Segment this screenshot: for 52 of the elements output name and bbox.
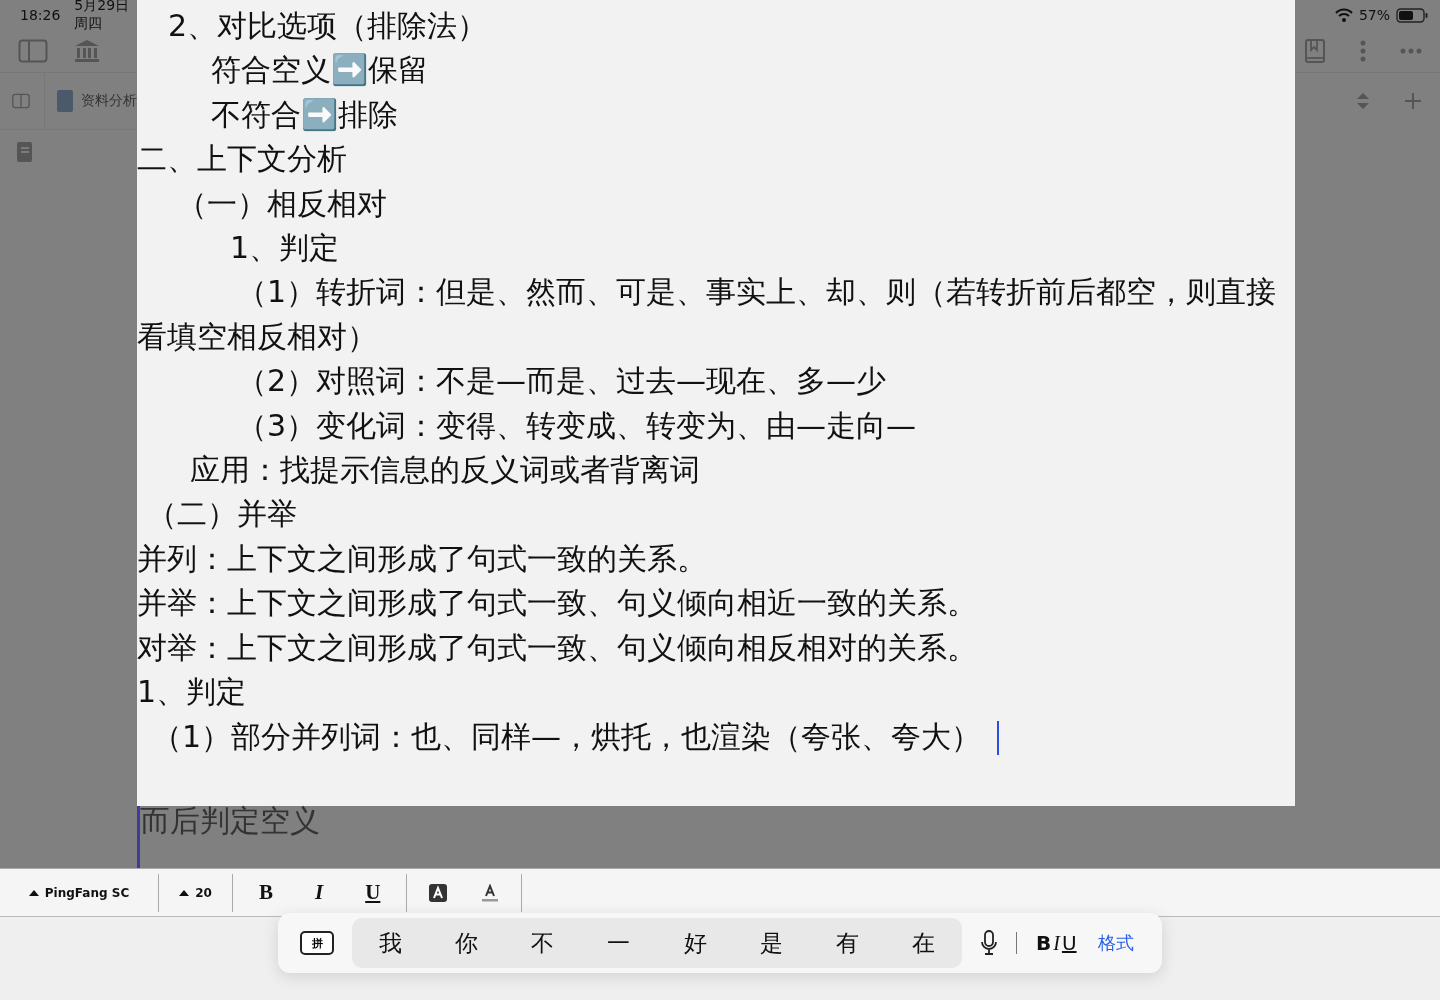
input-mode-key[interactable]: 拼	[300, 931, 334, 955]
underline-button[interactable]: U	[361, 880, 385, 905]
notebook-icon	[57, 90, 73, 112]
note-line: （一）相反相对	[176, 184, 388, 223]
note-line: 1、判定	[137, 673, 248, 712]
underline-key[interactable]: U	[1060, 931, 1078, 955]
note-line: 应用：找提示信息的反义词或者背离词	[189, 451, 701, 490]
note-line: 二、上下文分析	[137, 140, 348, 179]
wifi-icon	[1334, 8, 1353, 22]
more-icon[interactable]	[1400, 48, 1422, 54]
battery-icon	[1396, 7, 1428, 23]
sidebar-icon[interactable]	[18, 39, 48, 63]
note-line: （1）部分并列词：也、同样—，烘托，也渲染（夸张、夸大）	[137, 714, 1279, 759]
text-color-icon[interactable]	[481, 883, 500, 902]
candidate-word[interactable]: 不	[527, 927, 559, 959]
bold-button[interactable]: B	[255, 880, 277, 905]
vertical-dots-icon[interactable]	[1359, 40, 1366, 62]
italic-key[interactable]: I	[1052, 931, 1061, 955]
format-key[interactable]: 格式	[1095, 931, 1136, 955]
note-line: 并举：上下文之间形成了句式一致、句义倾向相近一致的关系。	[137, 584, 978, 623]
note-line: 符合空义➡保留	[210, 51, 429, 90]
status-date: 5月29日周四	[74, 0, 131, 33]
candidate-word[interactable]: 我	[374, 927, 406, 959]
bold-key[interactable]: B	[1035, 931, 1053, 955]
status-time: 18:26	[20, 7, 61, 23]
note-line: 2、对比选项（排除法）	[167, 7, 489, 45]
candidate-word[interactable]: 一	[603, 927, 635, 959]
candidate-word[interactable]: 在	[908, 927, 940, 959]
notebook-icon[interactable]	[16, 142, 32, 162]
note-line: 不符合➡排除	[210, 95, 399, 134]
highlight-icon[interactable]	[429, 883, 448, 902]
sort-icon[interactable]	[1356, 92, 1370, 110]
candidate-word[interactable]: 是	[755, 927, 787, 959]
note-line: 对举：上下文之间形成了句式一致、句义倾向相反相对的关系。	[137, 628, 978, 667]
candidate-word[interactable]: 好	[679, 927, 711, 959]
candidate-word[interactable]: 有	[832, 927, 864, 959]
plus-icon[interactable]	[1404, 92, 1422, 110]
note-line: （二）并举	[146, 495, 298, 534]
microphone-icon[interactable]	[980, 930, 998, 956]
note-line: （3）变化词：变得、转变成、转变为、由—走向—	[236, 406, 918, 445]
font-selector[interactable]: PingFang SC	[0, 873, 159, 912]
candidate-word[interactable]: 你	[450, 927, 482, 959]
bookmark-book-icon[interactable]	[1305, 39, 1325, 63]
italic-button[interactable]: I	[311, 880, 328, 905]
library-icon[interactable]	[74, 39, 100, 63]
note-line: （1）转折词：但是、然而、可是、事实上、却、则（若转折前后都空，则直接看填空相反相对）	[137, 273, 1278, 356]
battery-percent: 57%	[1358, 7, 1390, 23]
note-line: 并列：上下文之间形成了句式一致的关系。	[137, 539, 708, 578]
note-line: （2）对照词：不是—而是、过去—现在、多—少	[236, 362, 888, 401]
split-view-icon[interactable]	[12, 92, 30, 110]
font-size-selector[interactable]: 20	[159, 873, 233, 912]
note-line: 1、判定	[229, 229, 341, 268]
